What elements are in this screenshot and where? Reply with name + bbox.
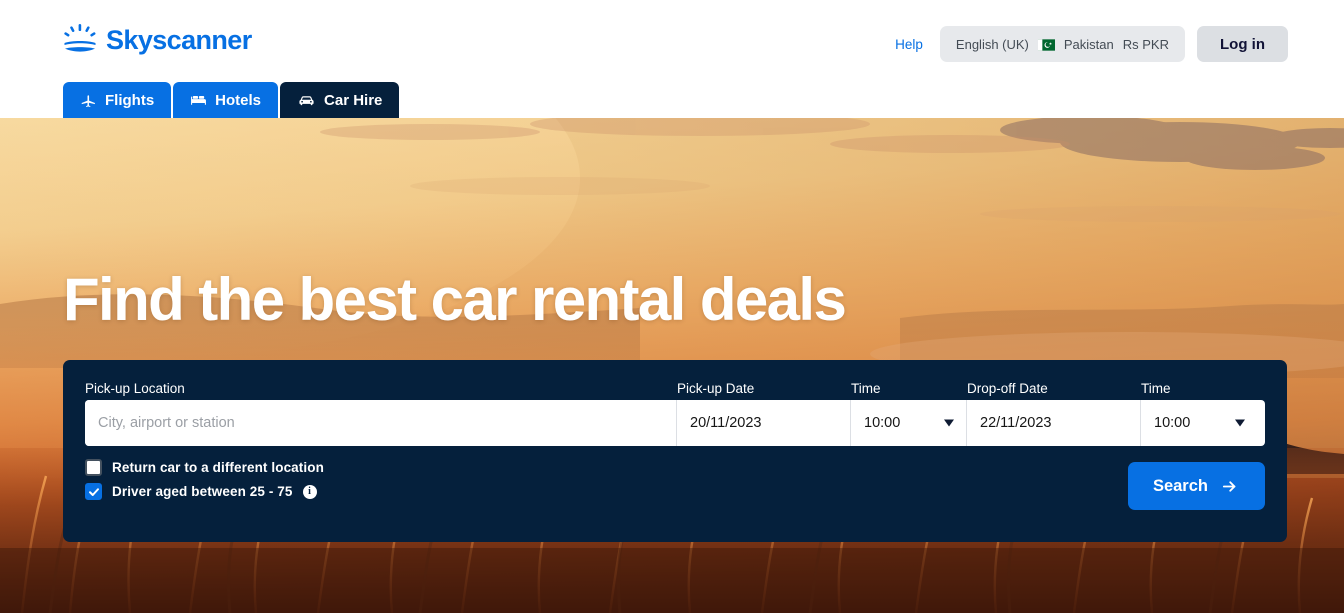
return-location-label: Return car to a different location [112,460,324,475]
locale-language: English (UK) [955,36,1029,52]
header-actions: Help English (UK) Pakistan Rs PKR Log in [895,26,1288,62]
primary-nav-tabs: Flights Hotels Car Hire [63,82,400,118]
locale-selector[interactable]: English (UK) Pakistan Rs PKR [939,26,1185,62]
search-button[interactable]: Search [1127,462,1265,510]
help-link[interactable]: Help [895,37,923,52]
dropoff-date-field[interactable]: 22/11/2023 [967,400,1141,446]
pickup-location-input[interactable] [98,400,663,446]
site-header: Skyscanner Help English (UK) Pakistan Rs… [0,0,1344,118]
label-pickup-time: Time [851,381,881,396]
dropoff-date-value: 22/11/2023 [980,415,1052,431]
label-pickup-location: Pick-up Location [85,381,185,396]
skyscanner-car-hire-page: Skyscanner Help English (UK) Pakistan Rs… [0,0,1344,613]
tab-car-hire[interactable]: Car Hire [280,82,400,118]
dropoff-time-field[interactable]: 10:00 [1141,400,1257,446]
pickup-date-value: 20/11/2023 [690,415,762,431]
pickup-time-value: 10:00 [864,415,901,431]
tab-car-hire-label: Car Hire [324,91,383,109]
locale-currency: Rs PKR [1122,36,1169,52]
tab-hotels-label: Hotels [215,91,262,109]
tab-hotels[interactable]: Hotels [173,82,279,118]
tab-flights-label: Flights [105,91,155,109]
locale-country: Pakistan [1063,36,1114,52]
chevron-down-icon [944,419,954,427]
car-icon [297,92,316,109]
car-hire-search-panel: Pick-up Location Pick-up Date Time Drop-… [63,360,1287,542]
form-field-labels: Pick-up Location Pick-up Date Time Drop-… [85,378,1265,400]
option-return-different-location[interactable]: Return car to a different location [85,459,324,476]
label-pickup-date: Pick-up Date [677,381,755,396]
pickup-time-field[interactable]: 10:00 [851,400,967,446]
pickup-location-field[interactable] [85,400,677,446]
tab-flights[interactable]: Flights [63,82,172,118]
pickup-date-field[interactable]: 20/11/2023 [677,400,851,446]
arrow-right-icon [1219,478,1240,495]
label-dropoff-time: Time [1141,381,1171,396]
brand-name: Skyscanner [106,24,252,55]
driver-age-label: Driver aged between 25 - 75 [112,484,293,499]
label-dropoff-date: Drop-off Date [967,381,1048,396]
search-button-label: Search [1152,476,1208,495]
bed-icon [190,92,207,109]
login-button[interactable]: Log in [1197,26,1288,62]
hero-banner: Find the best car rental deals Pick-up L… [0,118,1344,613]
return-location-checkbox[interactable] [85,459,102,476]
check-icon [88,486,100,498]
dropoff-time-value: 10:00 [1154,415,1191,431]
form-inputs-row: 20/11/2023 10:00 22/11/2023 10:00 [85,400,1265,446]
form-options-row: Return car to a different location Drive… [85,458,1265,510]
option-driver-age[interactable]: Driver aged between 25 - 75 i [85,483,324,500]
page-title: Find the best car rental deals [63,266,847,333]
skyscanner-logo[interactable]: Skyscanner [63,24,252,56]
chevron-down-icon [1235,419,1245,427]
option-checkboxes: Return car to a different location Drive… [85,458,324,500]
plane-icon [80,92,97,109]
driver-age-checkbox[interactable] [85,483,102,500]
info-icon[interactable]: i [302,484,317,499]
pakistan-flag-icon [1037,37,1055,52]
sunrise-logo-icon [63,24,97,56]
